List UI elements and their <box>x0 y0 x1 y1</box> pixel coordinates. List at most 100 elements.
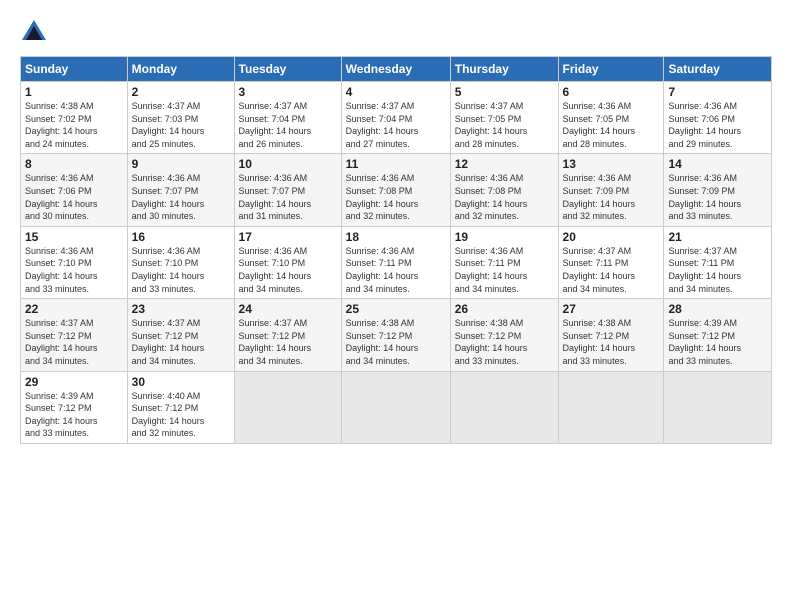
calendar-cell: 6Sunrise: 4:36 AM Sunset: 7:05 PM Daylig… <box>558 82 664 154</box>
day-number: 9 <box>132 157 230 171</box>
day-info: Sunrise: 4:36 AM Sunset: 7:09 PM Dayligh… <box>563 172 660 222</box>
calendar-cell: 15Sunrise: 4:36 AM Sunset: 7:10 PM Dayli… <box>21 226 128 298</box>
day-info: Sunrise: 4:36 AM Sunset: 7:05 PM Dayligh… <box>563 100 660 150</box>
day-number: 6 <box>563 85 660 99</box>
calendar-week-row: 22Sunrise: 4:37 AM Sunset: 7:12 PM Dayli… <box>21 299 772 371</box>
day-number: 14 <box>668 157 767 171</box>
day-number: 4 <box>346 85 446 99</box>
calendar-cell: 5Sunrise: 4:37 AM Sunset: 7:05 PM Daylig… <box>450 82 558 154</box>
calendar-week-row: 29Sunrise: 4:39 AM Sunset: 7:12 PM Dayli… <box>21 371 772 443</box>
calendar-cell: 4Sunrise: 4:37 AM Sunset: 7:04 PM Daylig… <box>341 82 450 154</box>
calendar-cell: 23Sunrise: 4:37 AM Sunset: 7:12 PM Dayli… <box>127 299 234 371</box>
day-number: 27 <box>563 302 660 316</box>
calendar-cell: 10Sunrise: 4:36 AM Sunset: 7:07 PM Dayli… <box>234 154 341 226</box>
calendar-cell: 22Sunrise: 4:37 AM Sunset: 7:12 PM Dayli… <box>21 299 128 371</box>
day-number: 30 <box>132 375 230 389</box>
day-info: Sunrise: 4:38 AM Sunset: 7:12 PM Dayligh… <box>455 317 554 367</box>
calendar-cell: 2Sunrise: 4:37 AM Sunset: 7:03 PM Daylig… <box>127 82 234 154</box>
calendar-cell: 26Sunrise: 4:38 AM Sunset: 7:12 PM Dayli… <box>450 299 558 371</box>
day-number: 22 <box>25 302 123 316</box>
calendar-cell: 11Sunrise: 4:36 AM Sunset: 7:08 PM Dayli… <box>341 154 450 226</box>
calendar-cell: 21Sunrise: 4:37 AM Sunset: 7:11 PM Dayli… <box>664 226 772 298</box>
calendar-cell <box>234 371 341 443</box>
day-number: 20 <box>563 230 660 244</box>
calendar-cell: 14Sunrise: 4:36 AM Sunset: 7:09 PM Dayli… <box>664 154 772 226</box>
day-number: 18 <box>346 230 446 244</box>
day-number: 11 <box>346 157 446 171</box>
day-number: 25 <box>346 302 446 316</box>
calendar-cell: 30Sunrise: 4:40 AM Sunset: 7:12 PM Dayli… <box>127 371 234 443</box>
calendar-cell <box>341 371 450 443</box>
weekday-header-wednesday: Wednesday <box>341 57 450 82</box>
calendar-cell: 18Sunrise: 4:36 AM Sunset: 7:11 PM Dayli… <box>341 226 450 298</box>
day-info: Sunrise: 4:37 AM Sunset: 7:11 PM Dayligh… <box>668 245 767 295</box>
day-number: 28 <box>668 302 767 316</box>
calendar-cell: 1Sunrise: 4:38 AM Sunset: 7:02 PM Daylig… <box>21 82 128 154</box>
day-info: Sunrise: 4:36 AM Sunset: 7:06 PM Dayligh… <box>25 172 123 222</box>
day-info: Sunrise: 4:38 AM Sunset: 7:12 PM Dayligh… <box>563 317 660 367</box>
day-info: Sunrise: 4:36 AM Sunset: 7:06 PM Dayligh… <box>668 100 767 150</box>
day-number: 16 <box>132 230 230 244</box>
day-number: 26 <box>455 302 554 316</box>
day-number: 21 <box>668 230 767 244</box>
day-info: Sunrise: 4:37 AM Sunset: 7:12 PM Dayligh… <box>25 317 123 367</box>
day-number: 12 <box>455 157 554 171</box>
day-info: Sunrise: 4:36 AM Sunset: 7:11 PM Dayligh… <box>455 245 554 295</box>
calendar-week-row: 1Sunrise: 4:38 AM Sunset: 7:02 PM Daylig… <box>21 82 772 154</box>
day-info: Sunrise: 4:38 AM Sunset: 7:12 PM Dayligh… <box>346 317 446 367</box>
day-number: 19 <box>455 230 554 244</box>
calendar-week-row: 8Sunrise: 4:36 AM Sunset: 7:06 PM Daylig… <box>21 154 772 226</box>
day-number: 23 <box>132 302 230 316</box>
calendar-cell <box>558 371 664 443</box>
calendar-table: SundayMondayTuesdayWednesdayThursdayFrid… <box>20 56 772 444</box>
calendar-cell: 24Sunrise: 4:37 AM Sunset: 7:12 PM Dayli… <box>234 299 341 371</box>
day-number: 1 <box>25 85 123 99</box>
day-number: 17 <box>239 230 337 244</box>
day-number: 10 <box>239 157 337 171</box>
page: SundayMondayTuesdayWednesdayThursdayFrid… <box>0 0 792 612</box>
calendar-cell: 16Sunrise: 4:36 AM Sunset: 7:10 PM Dayli… <box>127 226 234 298</box>
day-info: Sunrise: 4:36 AM Sunset: 7:10 PM Dayligh… <box>132 245 230 295</box>
calendar-cell: 8Sunrise: 4:36 AM Sunset: 7:06 PM Daylig… <box>21 154 128 226</box>
day-info: Sunrise: 4:39 AM Sunset: 7:12 PM Dayligh… <box>25 390 123 440</box>
calendar-cell: 19Sunrise: 4:36 AM Sunset: 7:11 PM Dayli… <box>450 226 558 298</box>
day-number: 5 <box>455 85 554 99</box>
day-info: Sunrise: 4:37 AM Sunset: 7:12 PM Dayligh… <box>239 317 337 367</box>
calendar-cell <box>450 371 558 443</box>
weekday-header-monday: Monday <box>127 57 234 82</box>
calendar-cell: 3Sunrise: 4:37 AM Sunset: 7:04 PM Daylig… <box>234 82 341 154</box>
weekday-header-friday: Friday <box>558 57 664 82</box>
day-number: 8 <box>25 157 123 171</box>
day-number: 3 <box>239 85 337 99</box>
calendar-cell: 13Sunrise: 4:36 AM Sunset: 7:09 PM Dayli… <box>558 154 664 226</box>
calendar-cell: 20Sunrise: 4:37 AM Sunset: 7:11 PM Dayli… <box>558 226 664 298</box>
day-info: Sunrise: 4:36 AM Sunset: 7:08 PM Dayligh… <box>346 172 446 222</box>
weekday-header-sunday: Sunday <box>21 57 128 82</box>
weekday-header-saturday: Saturday <box>664 57 772 82</box>
calendar-cell: 17Sunrise: 4:36 AM Sunset: 7:10 PM Dayli… <box>234 226 341 298</box>
day-info: Sunrise: 4:37 AM Sunset: 7:03 PM Dayligh… <box>132 100 230 150</box>
day-info: Sunrise: 4:37 AM Sunset: 7:12 PM Dayligh… <box>132 317 230 367</box>
day-number: 2 <box>132 85 230 99</box>
calendar-cell: 25Sunrise: 4:38 AM Sunset: 7:12 PM Dayli… <box>341 299 450 371</box>
header <box>20 18 772 46</box>
calendar-cell: 9Sunrise: 4:36 AM Sunset: 7:07 PM Daylig… <box>127 154 234 226</box>
logo <box>20 18 52 46</box>
day-info: Sunrise: 4:37 AM Sunset: 7:11 PM Dayligh… <box>563 245 660 295</box>
day-info: Sunrise: 4:38 AM Sunset: 7:02 PM Dayligh… <box>25 100 123 150</box>
weekday-header-thursday: Thursday <box>450 57 558 82</box>
day-info: Sunrise: 4:37 AM Sunset: 7:04 PM Dayligh… <box>239 100 337 150</box>
weekday-header-row: SundayMondayTuesdayWednesdayThursdayFrid… <box>21 57 772 82</box>
day-info: Sunrise: 4:36 AM Sunset: 7:10 PM Dayligh… <box>239 245 337 295</box>
calendar-cell: 27Sunrise: 4:38 AM Sunset: 7:12 PM Dayli… <box>558 299 664 371</box>
weekday-header-tuesday: Tuesday <box>234 57 341 82</box>
day-number: 29 <box>25 375 123 389</box>
day-info: Sunrise: 4:37 AM Sunset: 7:05 PM Dayligh… <box>455 100 554 150</box>
day-info: Sunrise: 4:40 AM Sunset: 7:12 PM Dayligh… <box>132 390 230 440</box>
day-number: 15 <box>25 230 123 244</box>
day-number: 24 <box>239 302 337 316</box>
day-info: Sunrise: 4:36 AM Sunset: 7:10 PM Dayligh… <box>25 245 123 295</box>
day-info: Sunrise: 4:36 AM Sunset: 7:07 PM Dayligh… <box>239 172 337 222</box>
day-info: Sunrise: 4:36 AM Sunset: 7:09 PM Dayligh… <box>668 172 767 222</box>
logo-icon <box>20 18 48 46</box>
